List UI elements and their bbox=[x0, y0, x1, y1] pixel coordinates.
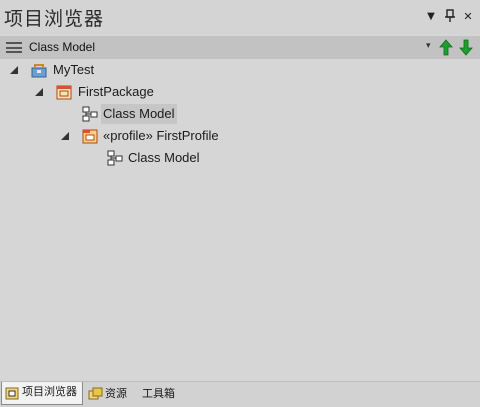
bottom-tab-bar: 项目浏览器 资源 工具箱 bbox=[0, 381, 480, 407]
pin-icon bbox=[445, 9, 455, 22]
project-tree: MyTest FirstPackage Class Model «profile… bbox=[0, 59, 480, 381]
tab-project-browser[interactable]: 项目浏览器 bbox=[1, 382, 83, 405]
tree-node-label: FirstPackage bbox=[78, 84, 154, 99]
tree-node-firstprofile[interactable]: «profile» FirstProfile bbox=[0, 126, 240, 146]
tree-node-firstpackage[interactable]: FirstPackage bbox=[0, 82, 220, 102]
context-dropdown-button[interactable]: ▾ bbox=[426, 41, 431, 51]
class-diagram-icon bbox=[82, 106, 98, 122]
browser-toolbar: Class Model ▾ bbox=[0, 36, 480, 59]
tree-node-label: Class Model bbox=[101, 104, 177, 124]
panel-title: 项目浏览器 bbox=[4, 8, 105, 30]
model-root-icon bbox=[31, 64, 47, 78]
project-browser-icon bbox=[5, 387, 19, 400]
move-down-button[interactable] bbox=[459, 39, 473, 56]
tree-node-class-model-2[interactable]: Class Model bbox=[0, 148, 220, 168]
hamburger-menu-icon[interactable] bbox=[6, 42, 22, 53]
class-diagram-icon bbox=[107, 150, 123, 166]
tab-toolbox[interactable]: 工具箱 bbox=[140, 384, 180, 404]
tree-node-label: «profile» FirstProfile bbox=[103, 128, 219, 143]
panel-title-bar: 项目浏览器 ▼ ✕ bbox=[0, 0, 480, 34]
tab-label: 资源 bbox=[105, 387, 127, 400]
expanded-triangle-icon[interactable] bbox=[33, 86, 45, 98]
tree-node-label: Class Model bbox=[128, 150, 200, 165]
resources-icon bbox=[88, 387, 103, 400]
move-up-button[interactable] bbox=[439, 39, 453, 56]
profile-package-icon bbox=[82, 129, 98, 144]
context-label: Class Model bbox=[29, 40, 96, 54]
tab-label: 工具箱 bbox=[142, 387, 175, 400]
expanded-triangle-icon[interactable] bbox=[8, 64, 20, 76]
tree-node-mytest[interactable]: MyTest bbox=[0, 60, 200, 80]
expanded-triangle-icon[interactable] bbox=[59, 130, 71, 142]
close-button[interactable]: ✕ bbox=[461, 9, 475, 25]
panel-dropdown-button[interactable]: ▼ bbox=[424, 9, 438, 25]
tree-node-label: MyTest bbox=[53, 62, 95, 77]
tab-label: 项目浏览器 bbox=[22, 385, 77, 398]
package-icon bbox=[56, 85, 72, 100]
tree-node-class-model[interactable]: Class Model bbox=[0, 104, 200, 124]
pin-button[interactable] bbox=[443, 9, 457, 25]
tab-resources[interactable]: 资源 bbox=[86, 384, 136, 404]
